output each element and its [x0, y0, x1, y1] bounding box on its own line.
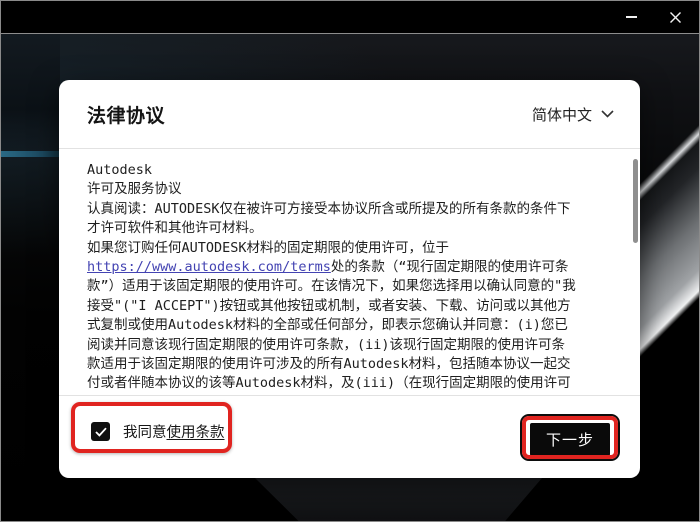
- language-selector-label: 简体中文: [532, 104, 592, 125]
- agreement-line: 款”）适用于该固定期限的使用许可。在该情况下，如果您选择用以确认同意的"我: [87, 277, 616, 296]
- agreement-line: 接受"("I ACCEPT")按钮或其他按钮或机制，或者安装、下载、访问或以其他…: [87, 297, 616, 316]
- footer-divider: [59, 395, 640, 396]
- agreement-line: 认真阅读：AUTODESK仅在被许可方接受本协议所含或所提及的所有条款的条件下: [87, 200, 616, 219]
- checkmark-icon: [95, 427, 107, 437]
- agreement-line: 如果您订购任何AUTODESK材料的固定期限的使用许可，位于: [87, 239, 616, 258]
- titlebar: [1, 1, 699, 33]
- agreement-line: 才许可软件和其他许可材料。: [87, 219, 616, 238]
- minimize-icon: [626, 16, 637, 18]
- agree-checkbox[interactable]: [91, 422, 110, 441]
- agree-label-text: 我同意: [123, 425, 167, 441]
- chevron-down-icon: [601, 110, 614, 118]
- agreement-line: 付或者伴随本协议的该等Autodesk材料，及(iii)（在现行固定期限的使用许…: [87, 374, 616, 393]
- agreement-line: 式复制或使用Autodesk材料的全部或任何部分，即表示您确认并同意：(i)您已: [87, 316, 616, 335]
- background-facet-bottom: [206, 478, 556, 522]
- agreement-line: Autodesk: [87, 161, 616, 180]
- agreement-line: 款适用于该固定期限的使用许可涉及的所有Autodesk材料，包括随本协议一起交: [87, 355, 616, 374]
- terms-of-use-link[interactable]: 使用条款: [167, 425, 225, 441]
- close-button[interactable]: [661, 5, 689, 29]
- agreement-line: https://www.autodesk.com/terms处的条款（“现行固定…: [87, 258, 616, 277]
- page-title: 法律协议: [87, 101, 165, 128]
- language-selector[interactable]: 简体中文: [532, 104, 614, 125]
- agreement-text: Autodesk许可及服务协议认真阅读：AUTODESK仅在被许可方接受本协议所…: [59, 149, 640, 395]
- background-navy-left: [1, 34, 60, 160]
- background-teal-streak: [1, 151, 60, 157]
- dialog-header: 法律协议 简体中文: [59, 80, 640, 148]
- installer-window: 法律协议 简体中文 Autodesk许可及服务协议认真阅读：AUTODESK仅在…: [0, 0, 700, 522]
- agreement-line: 阅读并同意该现行固定期限的使用许可条款，(ii)该现行固定期限的使用许可条: [87, 336, 616, 355]
- close-icon: [669, 11, 682, 24]
- scrollbar-thumb[interactable]: [633, 159, 638, 243]
- minimize-button[interactable]: [617, 5, 645, 29]
- agree-checkbox-label: 我同意使用条款: [123, 421, 225, 442]
- agreement-line: 许可及服务协议: [87, 180, 616, 199]
- legal-agreement-dialog: 法律协议 简体中文 Autodesk许可及服务协议认真阅读：AUTODESK仅在…: [59, 80, 640, 478]
- agree-checkbox-row[interactable]: 我同意使用条款: [91, 422, 225, 441]
- terms-link[interactable]: https://www.autodesk.com/terms: [87, 259, 331, 275]
- next-button[interactable]: 下一步: [530, 423, 610, 456]
